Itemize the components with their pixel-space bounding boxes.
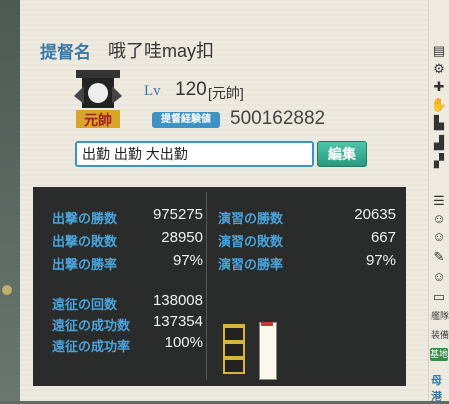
sidebar-text-1: 艦隊 xyxy=(431,311,449,321)
expedition-rate-value: 100% xyxy=(164,334,203,351)
exercise-wins-label: 演習の勝数 xyxy=(218,211,284,226)
girl-icon[interactable]: ☺ xyxy=(432,212,446,226)
exercise-rate-label: 演習の勝率 xyxy=(218,257,284,272)
medical-icon[interactable]: ✚ xyxy=(432,80,446,94)
exercise-losses-label: 演習の敗数 xyxy=(218,234,284,249)
girl-icon-2[interactable]: ☺ xyxy=(432,230,446,244)
fleet-icon[interactable]: ☰ xyxy=(432,194,446,208)
rank-emblem-icon: 元帥 xyxy=(74,70,122,129)
chart-icon[interactable]: ▟ xyxy=(432,136,446,150)
admiral-name: 哦了哇may扣 xyxy=(108,41,215,61)
hand-icon[interactable]: ✋ xyxy=(431,98,447,112)
exercise-losses-value: 667 xyxy=(370,229,396,246)
svg-text:元帥: 元帥 xyxy=(84,112,112,129)
experience-value: 500162882 xyxy=(230,108,326,129)
plaque-flag-icon xyxy=(261,322,273,326)
level-value: 120 xyxy=(175,79,207,100)
level-label: Lv xyxy=(144,83,161,99)
sea-ornament xyxy=(2,285,12,295)
card-icon[interactable]: ▭ xyxy=(432,290,446,304)
sidebar-home-link[interactable]: 母港 xyxy=(431,372,449,404)
expedition-count-value: 138008 xyxy=(152,292,203,309)
sortie-wins-value: 975275 xyxy=(152,206,203,223)
sidebar-base-button[interactable]: 基地 xyxy=(430,348,448,361)
experience-badge: 提督経験値 xyxy=(152,112,220,128)
sea-background xyxy=(0,0,20,401)
admiral-name-label: 提督名 xyxy=(40,43,91,62)
sortie-rate-label: 出撃の勝率 xyxy=(52,257,118,272)
sortie-losses-label: 出撃の敗数 xyxy=(52,234,118,249)
plaque-icon xyxy=(259,322,277,380)
sidebar-text-2: 装備 xyxy=(431,330,449,340)
gear-icon[interactable]: ⚙ xyxy=(432,62,446,76)
sortie-wins-label: 出撃の勝数 xyxy=(52,211,118,226)
girl-icon-3[interactable]: ☺ xyxy=(432,270,446,284)
stats-divider xyxy=(206,192,207,380)
book-icon[interactable]: ▤ xyxy=(432,44,446,58)
exercise-rate-value: 97% xyxy=(365,252,396,269)
edit-button[interactable]: 編集 xyxy=(317,141,367,167)
feather-icon[interactable]: ✎ xyxy=(432,250,446,264)
boot-icon[interactable]: ▙ xyxy=(432,116,446,130)
sortie-losses-value: 28950 xyxy=(161,229,203,246)
sortie-rate-value: 97% xyxy=(172,252,203,269)
comment-input[interactable]: 出勤 出勤 大出勤 xyxy=(75,141,314,167)
exercise-wins-value: 20635 xyxy=(354,206,396,223)
rank-text: [元帥] xyxy=(208,85,244,101)
expedition-success-value: 137354 xyxy=(152,313,203,330)
medal-icon xyxy=(223,324,245,374)
tool-icon[interactable]: ▞ xyxy=(432,154,446,168)
expedition-success-label: 遠征の成功数 xyxy=(52,318,131,333)
expedition-count-label: 遠征の回数 xyxy=(52,297,118,312)
expedition-rate-label: 遠征の成功率 xyxy=(52,339,131,354)
